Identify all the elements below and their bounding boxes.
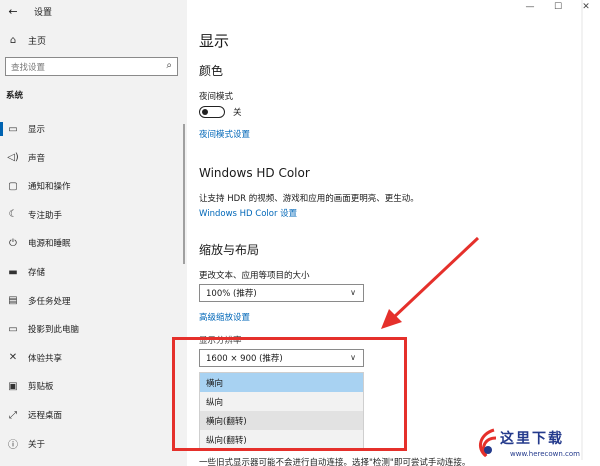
maximize-button[interactable]: ☐ — [544, 0, 572, 14]
sidebar-item-label: 多任务处理 — [28, 296, 71, 307]
notification-icon: ▢ — [8, 180, 18, 192]
sidebar-item-0[interactable]: ▭ 显示 — [0, 118, 187, 140]
sidebar-item-4[interactable]: ⏻ 电源和睡眠 — [0, 232, 187, 254]
home-label: 主页 — [28, 36, 47, 47]
hdr-heading: Windows HD Color — [199, 166, 310, 180]
close-button[interactable]: ✕ — [572, 0, 600, 14]
sidebar-item-label: 体验共享 — [28, 353, 63, 364]
sidebar-item-label: 专注助手 — [28, 210, 63, 221]
share-icon: ✕ — [8, 352, 18, 364]
scale-value: 100% (推荐) — [206, 289, 257, 299]
hdr-settings-link[interactable]: Windows HD Color 设置 — [199, 207, 297, 219]
speaker-icon: ◁) — [7, 152, 19, 164]
night-mode-state: 关 — [233, 108, 242, 118]
sidebar-item-3[interactable]: ☾ 专注助手 — [0, 204, 187, 226]
watermark-text: 这里下载 — [500, 431, 564, 447]
project-icon: ▭ — [8, 323, 18, 335]
search-placeholder: 查找设置 — [11, 62, 46, 73]
scale-label: 更改文本、应用等项目的大小 — [199, 271, 310, 281]
window-title: 设置 — [34, 7, 53, 18]
monitor-icon: ▭ — [8, 123, 18, 135]
sidebar-item-label: 远程桌面 — [28, 411, 63, 421]
sidebar-item-label: 关于 — [28, 439, 46, 450]
search-icon[interactable]: ⌕ — [166, 60, 172, 71]
back-arrow-icon[interactable]: ← — [6, 4, 20, 18]
search-input[interactable]: 查找设置 ⌕ — [5, 57, 178, 76]
sidebar: ← 设置 ⌂ 主页 查找设置 ⌕ 系统 ▭ 显示 ◁) 声音 ▢ 通知和操作 ☾ 专注助手 ⏻ 电… — [0, 0, 187, 466]
sidebar-item-label: 通知和操作 — [28, 182, 71, 193]
clipboard-icon: ▣ — [8, 380, 18, 392]
sidebar-item-5[interactable]: ▬ 存储 — [0, 261, 187, 283]
sidebar-item-label: 投影到此电脑 — [28, 325, 80, 336]
highlight-box — [172, 337, 407, 451]
main-scrollbar[interactable] — [581, 0, 583, 460]
moon-icon: ☾ — [8, 209, 18, 221]
sidebar-item-label: 剪贴板 — [28, 382, 54, 393]
footer-text: 一些旧式显示器可能不会进行自动连接。选择"检测"即可尝试手动连接。 — [199, 458, 471, 466]
sidebar-item-6[interactable]: ▤ 多任务处理 — [0, 290, 187, 312]
sidebar-item-2[interactable]: ▢ 通知和操作 — [0, 175, 187, 197]
remote-icon: ⤢ — [9, 409, 17, 421]
night-mode-toggle[interactable] — [199, 106, 225, 118]
window-controls: — ☐ ✕ — [516, 0, 600, 14]
color-heading: 颜色 — [199, 64, 224, 78]
sidebar-item-7[interactable]: ▭ 投影到此电脑 — [0, 318, 187, 340]
sidebar-item-label: 显示 — [28, 125, 46, 135]
night-mode-label: 夜间模式 — [199, 92, 234, 102]
section-label-system: 系统 — [6, 91, 24, 101]
sidebar-item-9[interactable]: ▣ 剪贴板 — [0, 375, 187, 397]
watermark-url: www.herecown.com — [510, 450, 580, 458]
sidebar-item-10[interactable]: ⤢ 远程桌面 — [0, 404, 187, 426]
scale-dropdown[interactable]: 100% (推荐) ∨ — [199, 284, 364, 302]
toggle-knob — [202, 109, 208, 115]
night-mode-settings-link[interactable]: 夜间模式设置 — [199, 128, 250, 140]
minimize-button[interactable]: — — [516, 0, 544, 14]
info-icon: ⓘ — [8, 440, 18, 452]
storage-icon: ▬ — [8, 266, 18, 278]
power-icon: ⏻ — [9, 237, 17, 249]
sidebar-item-home[interactable]: ⌂ 主页 — [0, 31, 46, 49]
sidebar-item-1[interactable]: ◁) 声音 — [0, 147, 187, 169]
chevron-down-icon: ∨ — [350, 288, 356, 297]
advanced-scale-link[interactable]: 高级缩放设置 — [199, 311, 250, 323]
sidebar-item-label: 存储 — [28, 268, 46, 278]
sidebar-scrollbar[interactable] — [183, 124, 185, 264]
watermark-logo: 这里下载 www.herecown.com — [474, 425, 594, 463]
scale-heading: 缩放与布局 — [199, 243, 260, 257]
page-title: 显示 — [199, 32, 230, 50]
sidebar-item-8[interactable]: ✕ 体验共享 — [0, 347, 187, 369]
sidebar-item-label: 电源和睡眠 — [28, 239, 71, 250]
sidebar-item-label: 声音 — [28, 153, 46, 164]
title-bar: ← 设置 — [0, 0, 187, 22]
hdr-description: 让支持 HDR 的视频、游戏和应用的画面更明亮、更生动。 — [199, 194, 419, 204]
home-icon: ⌂ — [9, 34, 17, 46]
sidebar-item-11[interactable]: ⓘ 关于 — [0, 433, 187, 455]
multitask-icon: ▤ — [8, 295, 18, 307]
